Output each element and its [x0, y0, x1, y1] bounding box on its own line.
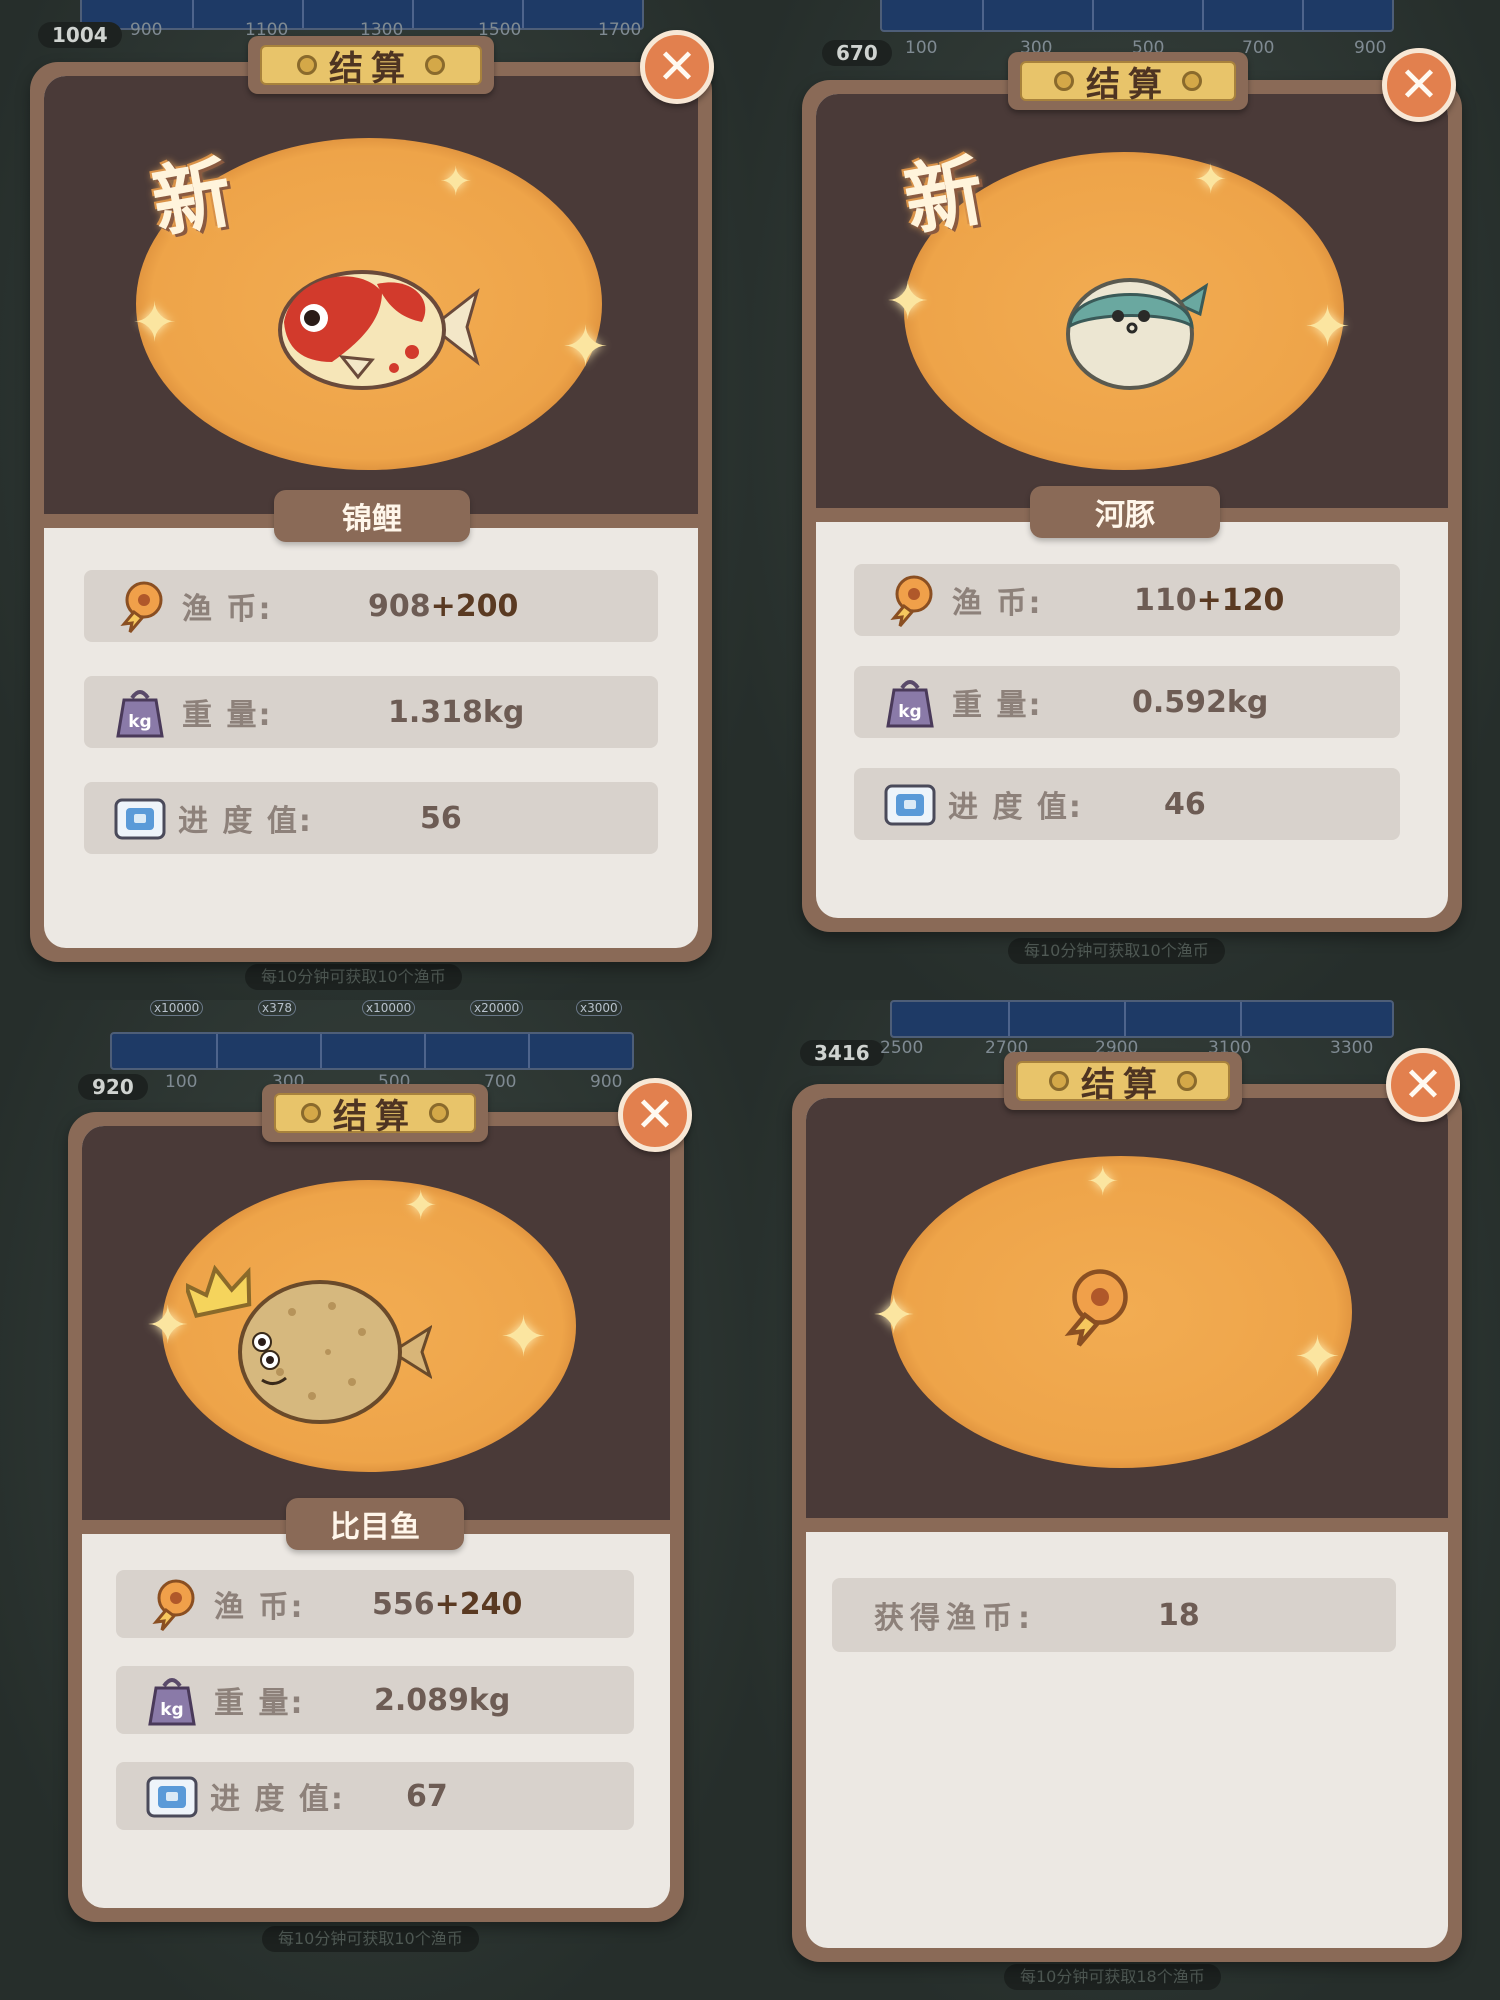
fish-coin-icon: [112, 578, 168, 634]
bg-tick: 900: [130, 20, 163, 40]
close-button[interactable]: ✕: [1382, 48, 1456, 122]
weight-row: kg 重 量: 2.089kg: [116, 1666, 634, 1734]
svg-text:kg: kg: [160, 1700, 183, 1720]
close-icon: ✕: [1402, 1057, 1444, 1113]
progress-row: 进 度 值: 46: [854, 768, 1400, 840]
bg-tick: 700: [1242, 38, 1275, 58]
weight-kg-icon: kg: [882, 674, 938, 730]
close-button[interactable]: ✕: [618, 1078, 692, 1152]
flounder-fish-icon: [238, 1280, 432, 1424]
coin-regen-hint: 每10分钟可获取18个渔币: [1004, 1964, 1221, 1990]
result-title: 结算: [1081, 1064, 1165, 1105]
bg-tick: 100: [165, 1072, 198, 1092]
sparkle-icon: ✦: [1294, 1325, 1341, 1390]
result-screen-koi: 1004 900 1100 1300 1500 1700 每10分钟可获取10个…: [0, 0, 750, 1000]
weight-kg-icon: kg: [144, 1672, 200, 1728]
bg-tick: 100: [905, 38, 938, 58]
bg-multiplier: x10000: [362, 1000, 416, 1016]
sparkle-icon: ✦: [439, 159, 473, 205]
coin-value: 908+200: [368, 588, 519, 624]
result-title: 结算: [1086, 64, 1170, 105]
result-card: ✦ ✦ ✦ 新 锦鲤 渔 币: 908+200 kg 重 量: 1.318kg …: [30, 62, 712, 962]
sparkle-icon: ✦: [886, 272, 930, 332]
sparkle-icon: ✦: [1304, 295, 1351, 360]
sparkle-icon: ✦: [1194, 157, 1228, 203]
sparkle-icon: ✦: [562, 315, 609, 380]
coin-reward-row: 渔 币: 110+120: [854, 564, 1400, 636]
new-fish-badge: 新: [897, 144, 991, 248]
bg-tick: 1700: [598, 20, 642, 40]
fish-coin-icon: [144, 1576, 200, 1632]
result-screen-flounder: x10000 x378 x10000 x20000 x3000 920 100 …: [0, 1000, 750, 2000]
coin-reward-row: 渔 币: 908+200: [84, 570, 658, 642]
reward-stage: ✦ ✦ ✦: [806, 1098, 1448, 1518]
bg-tick: 900: [590, 1072, 623, 1092]
title-plaque: 结算: [1008, 52, 1248, 110]
weight-kg-icon: kg: [112, 684, 168, 740]
bg-tick: 900: [1354, 38, 1387, 58]
result-title: 结算: [329, 48, 413, 89]
fish-coin-icon: [882, 572, 938, 628]
coin-reward-row: 渔 币: 556+240: [116, 1570, 634, 1638]
bg-multiplier: x10000: [150, 1000, 204, 1016]
coin-regen-hint: 每10分钟可获取10个渔币: [262, 1926, 479, 1952]
result-screen-pufferfish: 670 100 300 500 700 900 每10分钟可获取10个渔币 ✦ …: [750, 0, 1500, 1000]
coin-value: 110+120: [1134, 582, 1285, 618]
sparkle-icon: ✦: [132, 291, 178, 354]
svg-text:kg: kg: [128, 712, 151, 732]
sparkle-icon: ✦: [872, 1286, 916, 1346]
sparkle-icon: ✦: [404, 1183, 438, 1229]
level-badge: 3416: [800, 1040, 884, 1066]
fish-name-tag: 河豚: [1030, 486, 1220, 538]
background-progress-bar: [880, 0, 1394, 32]
weight-row: kg 重 量: 0.592kg: [854, 666, 1400, 738]
level-badge: 920: [78, 1074, 148, 1100]
progress-ticket-icon: [144, 1768, 200, 1824]
weight-row: kg 重 量: 1.318kg: [84, 676, 658, 748]
sparkle-icon: ✦: [146, 1296, 190, 1356]
svg-text:kg: kg: [898, 702, 921, 722]
fish-coin-icon: [1064, 1269, 1128, 1347]
background-progress-bar: [110, 1032, 634, 1070]
coin-value: 556+240: [372, 1586, 523, 1622]
reward-stage: ✦ ✦ ✦: [82, 1126, 670, 1520]
result-card: ✦ ✦ ✦ 新 河豚 渔 币: 110+120 kg 重 量: 0.592kg …: [802, 80, 1462, 932]
result-screen-coins: 3416 2500 2700 2900 3100 3300 每10分钟可获取18…: [750, 1000, 1500, 2000]
progress-row: 进 度 值: 67: [116, 1762, 634, 1830]
bg-tick: 3300: [1330, 1038, 1374, 1058]
level-badge: 1004: [38, 22, 122, 48]
koi-fish-icon: [278, 270, 480, 390]
bg-tick: 700: [484, 1072, 517, 1092]
progress-ticket-icon: [112, 790, 168, 846]
close-icon: ✕: [656, 39, 698, 95]
fish-name-tag: 比目鱼: [286, 1498, 464, 1550]
reward-stage: ✦ ✦ ✦ 新: [816, 94, 1448, 508]
progress-row: 进 度 值: 56: [84, 782, 658, 854]
progress-ticket-icon: [882, 776, 938, 832]
bg-multiplier: x378: [258, 1000, 297, 1016]
title-plaque: 结算: [248, 36, 494, 94]
close-icon: ✕: [634, 1087, 676, 1143]
fish-name-tag: 锦鲤: [274, 490, 470, 542]
bg-multiplier: x20000: [470, 1000, 524, 1016]
coin-regen-hint: 每10分钟可获取10个渔币: [245, 964, 462, 990]
result-card: ✦ ✦ ✦ 比目鱼 渔 币: 556+240 kg 重 量: 2.089kg 进…: [68, 1112, 684, 1922]
result-title: 结算: [333, 1096, 417, 1137]
level-badge: 670: [822, 40, 892, 66]
title-plaque: 结算: [262, 1084, 488, 1142]
close-button[interactable]: ✕: [640, 30, 714, 104]
bg-multiplier: x3000: [576, 1000, 622, 1016]
close-button[interactable]: ✕: [1386, 1048, 1460, 1122]
result-card: ✦ ✦ ✦ 获得渔币: 18: [792, 1084, 1462, 1962]
background-progress-bar: [890, 1000, 1394, 1038]
reward-stage: ✦ ✦ ✦ 新: [44, 76, 698, 514]
close-icon: ✕: [1398, 57, 1440, 113]
sparkle-icon: ✦: [500, 1305, 547, 1370]
pufferfish-icon: [1066, 278, 1209, 390]
sparkle-icon: ✦: [1086, 1159, 1120, 1205]
coin-regen-hint: 每10分钟可获取10个渔币: [1008, 938, 1225, 964]
bg-tick: 2500: [880, 1038, 924, 1058]
coins-earned-row: 获得渔币: 18: [832, 1578, 1396, 1652]
title-plaque: 结算: [1004, 1052, 1242, 1110]
